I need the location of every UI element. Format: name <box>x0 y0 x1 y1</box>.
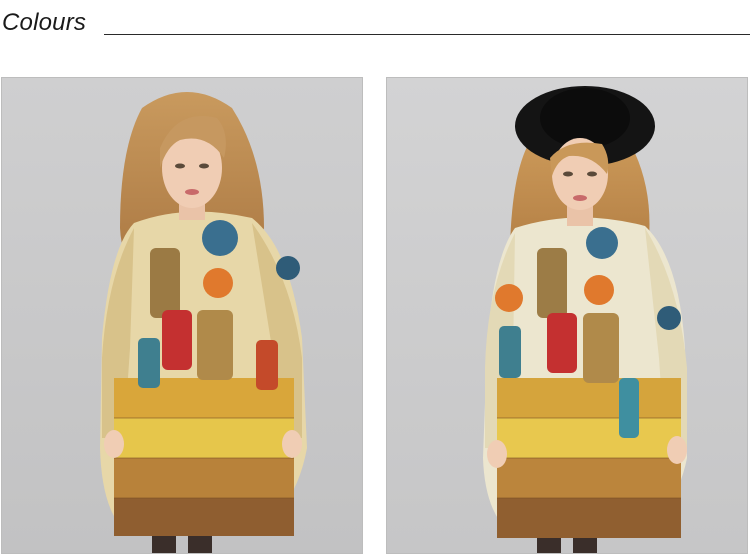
section-header: Colours <box>0 0 750 50</box>
product-photo-1[interactable] <box>1 77 363 554</box>
model-illustration-hat <box>387 78 747 553</box>
title-divider <box>104 34 750 35</box>
model-illustration <box>2 78 362 553</box>
section-title: Colours <box>2 9 87 36</box>
product-photo-2[interactable] <box>386 77 748 554</box>
